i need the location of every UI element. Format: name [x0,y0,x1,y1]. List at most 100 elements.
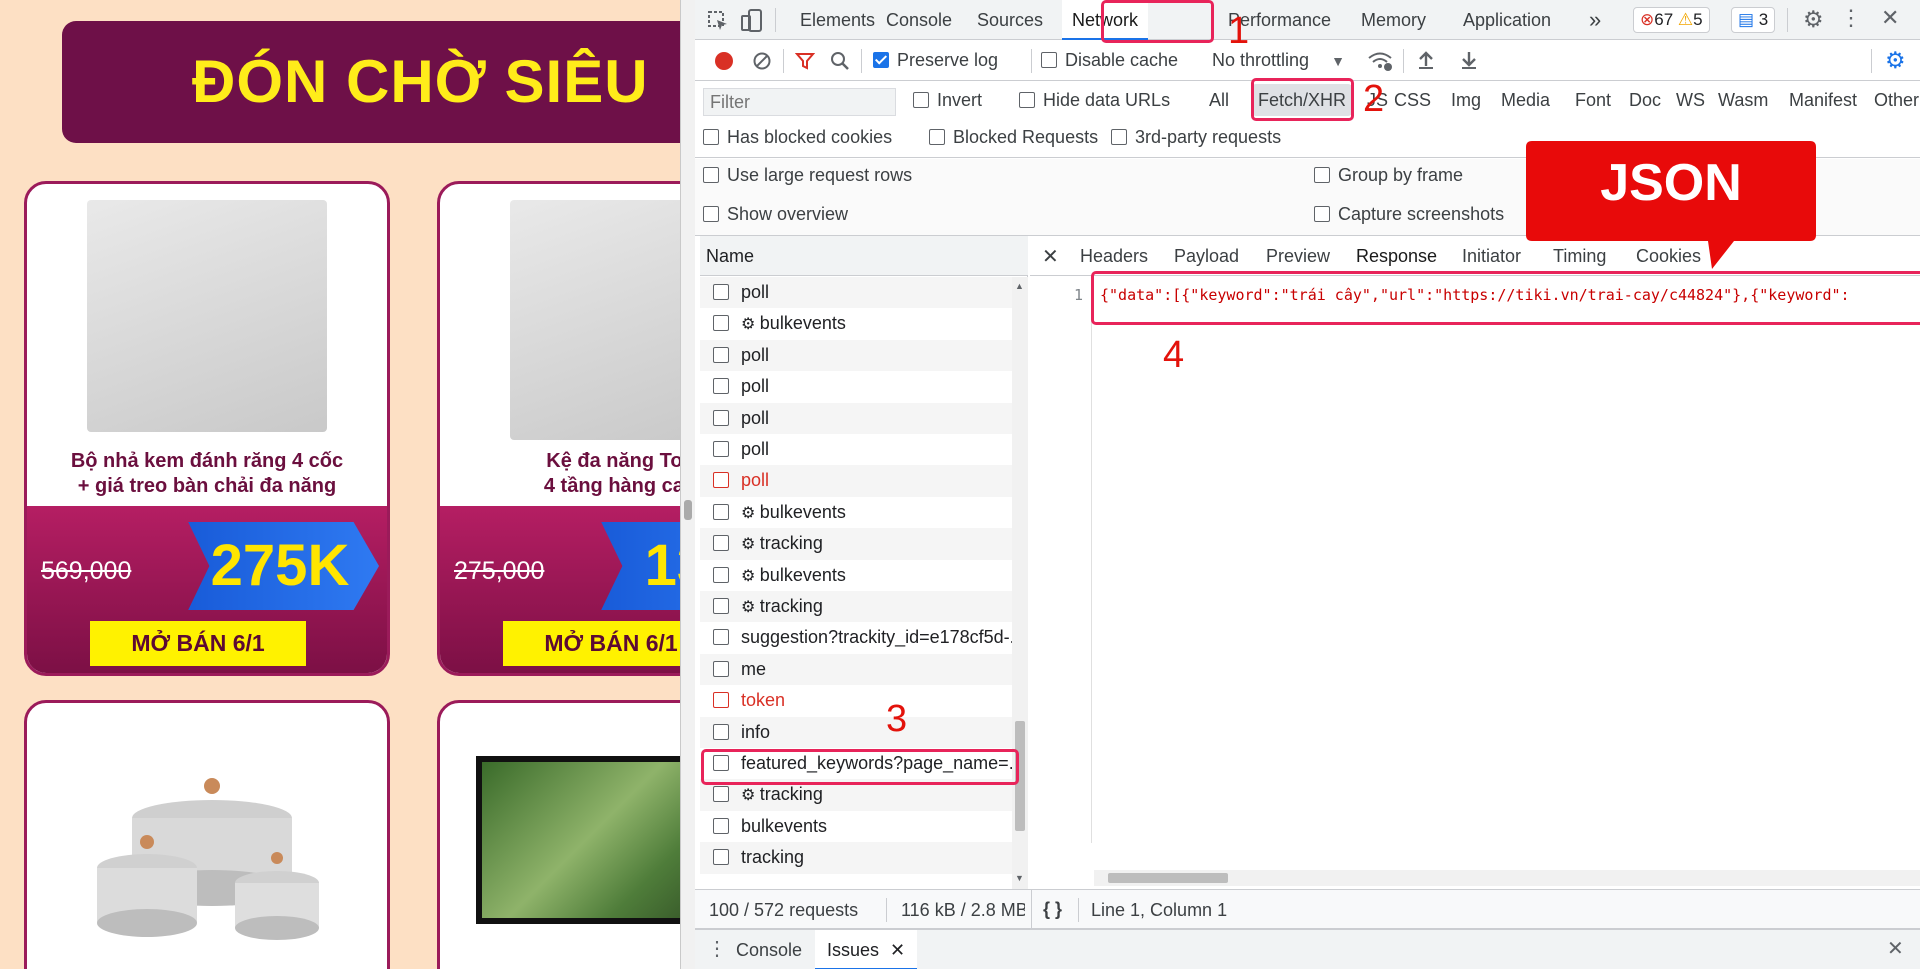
request-row[interactable]: ⚙ tracking [700,591,1012,623]
request-row[interactable]: poll [700,465,1012,497]
request-row[interactable]: ⚙ tracking [700,528,1012,560]
request-row[interactable]: info [700,716,1012,748]
request-row[interactable]: ⚙ bulkevents [700,497,1012,528]
export-har-icon[interactable] [1460,50,1478,70]
group-by-frame-checkbox[interactable]: Group by frame [1314,165,1463,186]
checkbox[interactable] [1111,129,1127,145]
request-row[interactable]: token [700,685,1012,716]
filter-type-wasm[interactable]: Wasm [1718,90,1768,111]
row-checkbox[interactable] [713,441,729,457]
request-row[interactable]: poll [700,402,1012,434]
name-column-header[interactable]: Name [700,236,1028,276]
record-icon[interactable] [715,52,733,70]
device-toolbar-icon[interactable] [741,9,763,33]
error-warning-counter[interactable]: ⊗67 ⚠5 [1633,7,1710,33]
show-overview-checkbox[interactable]: Show overview [703,204,848,225]
close-detail-icon[interactable]: ✕ [1042,244,1059,269]
request-row[interactable]: me [700,653,1012,686]
sale-date-button[interactable]: MỞ BÁN 6/1 [90,621,306,666]
filter-input[interactable] [703,88,896,116]
cookware-image[interactable] [77,758,347,958]
request-row[interactable]: ⚙ bulkevents [700,560,1012,591]
request-row[interactable]: ⚙ bulkevents [700,308,1012,339]
scroll-down-icon[interactable]: ▼ [1015,873,1024,883]
row-checkbox[interactable] [713,660,729,677]
response-h-scrollbar[interactable] [1094,870,1920,886]
more-tabs-button[interactable]: » [1589,0,1601,40]
product-name[interactable]: Bộ nhả kem đánh răng 4 cốc + giá treo bà… [27,449,387,499]
product-card[interactable] [437,700,680,969]
disable-cache-checkbox[interactable]: Disable cache [1041,50,1178,71]
row-checkbox[interactable] [713,284,729,300]
product-card[interactable]: Kệ đa năng Tok 4 tầng hàng cao 275,000 1… [437,181,680,676]
checkbox[interactable] [913,92,929,108]
tab-console[interactable]: Console [886,0,952,40]
network-conditions-icon[interactable] [1367,49,1393,73]
checkbox[interactable] [703,129,719,145]
filter-type-css[interactable]: CSS [1394,90,1431,111]
row-checkbox[interactable] [713,817,729,834]
request-row[interactable]: poll [700,434,1012,465]
detail-tab-response[interactable]: Response [1356,246,1437,267]
checkbox[interactable] [703,206,719,222]
request-row[interactable]: tracking [700,842,1012,874]
checkbox-checked[interactable] [873,52,889,68]
drawer-menu-icon[interactable]: ⋮ [707,939,727,959]
filter-type-ws[interactable]: WS [1676,90,1705,111]
row-checkbox[interactable] [713,598,729,614]
request-row[interactable]: bulkevents [700,811,1012,842]
drawer-tab-console[interactable]: Console [736,940,802,961]
capture-screenshots-checkbox[interactable]: Capture screenshots [1314,204,1504,225]
filter-type-manifest[interactable]: Manifest [1789,90,1857,111]
row-checkbox[interactable] [713,346,729,363]
request-row[interactable]: poll [700,277,1012,309]
checkbox[interactable] [703,167,719,183]
checkbox[interactable] [929,129,945,145]
network-settings-gear-icon[interactable]: ⚙ [1885,49,1906,72]
issues-counter[interactable]: ▤ 3 [1731,7,1776,33]
filter-type-font[interactable]: Font [1575,90,1611,111]
tab-elements[interactable]: Elements [800,0,875,40]
filter-funnel-icon[interactable] [795,51,815,71]
product-card[interactable]: Bộ nhả kem đánh răng 4 cốc + giá treo bà… [24,181,390,676]
row-checkbox[interactable] [713,378,729,395]
import-har-icon[interactable] [1417,50,1435,70]
row-checkbox[interactable] [713,503,729,520]
checkbox[interactable] [1041,52,1057,68]
request-list-scrollbar[interactable]: ▲ ▼ [1012,277,1028,889]
request-row[interactable]: suggestion?trackity_id=e178cf5d-... [700,622,1012,653]
kebab-menu-icon[interactable]: ⋮ [1840,7,1862,29]
invert-checkbox[interactable]: Invert [913,90,982,111]
search-icon[interactable] [830,51,850,71]
inspect-element-icon[interactable] [707,10,729,32]
has-blocked-cookies-checkbox[interactable]: Has blocked cookies [703,127,892,148]
close-devtools-icon[interactable]: ✕ [1881,7,1899,29]
hide-data-urls-checkbox[interactable]: Hide data URLs [1019,90,1170,111]
tv-image[interactable] [476,756,680,924]
pretty-print-icon[interactable]: { } [1043,899,1062,920]
product-name[interactable]: Kệ đa năng Tok 4 tầng hàng cao [440,449,680,499]
throttling-select[interactable]: No throttling ▼ [1212,50,1345,71]
request-row[interactable]: t...k... [700,874,1012,881]
preserve-log-checkbox[interactable]: Preserve log [873,50,998,71]
scroll-up-icon[interactable]: ▲ [1015,281,1024,291]
clear-icon[interactable] [753,52,771,70]
tab-application[interactable]: Application [1463,0,1551,40]
detail-tab-initiator[interactable]: Initiator [1462,246,1521,267]
request-row[interactable]: poll [700,371,1012,402]
checkbox[interactable] [1314,206,1330,222]
row-checkbox[interactable] [713,692,729,709]
row-checkbox[interactable] [713,629,729,646]
large-rows-checkbox[interactable]: Use large request rows [703,165,912,186]
scrollbar-thumb[interactable] [1108,873,1228,883]
blocked-requests-checkbox[interactable]: Blocked Requests [929,127,1098,148]
detail-tab-preview[interactable]: Preview [1266,246,1330,267]
filter-type-media[interactable]: Media [1501,90,1550,111]
row-checkbox[interactable] [713,472,729,489]
product-image[interactable] [87,200,327,432]
row-checkbox[interactable] [713,786,729,803]
tab-memory[interactable]: Memory [1361,0,1426,40]
row-checkbox[interactable] [713,723,729,740]
product-card[interactable] [24,700,390,969]
row-checkbox[interactable] [713,849,729,866]
